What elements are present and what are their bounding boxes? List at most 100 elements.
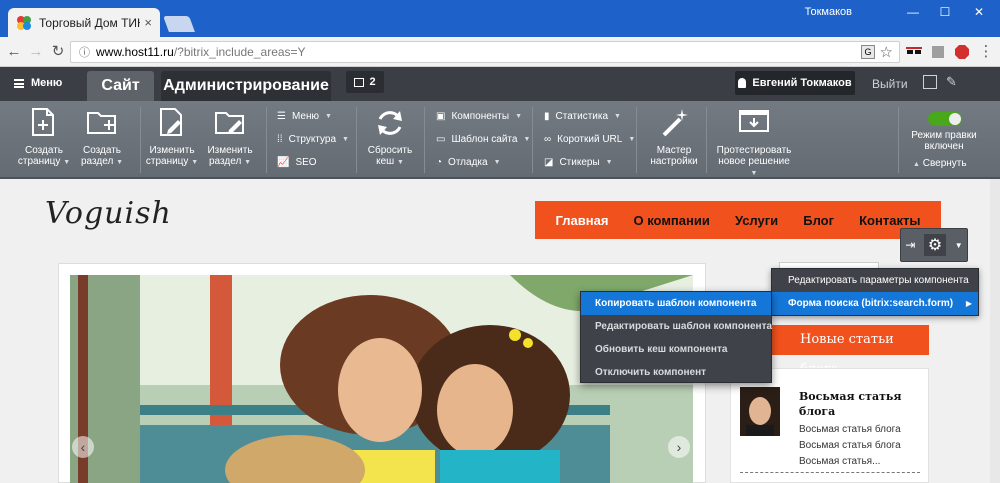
collapse-button[interactable]: ▲ Свернуть bbox=[913, 158, 967, 169]
nav-services[interactable]: Услуги bbox=[735, 213, 778, 228]
component-edit-controls: ⇥ ⚙ ▼ bbox=[900, 228, 968, 262]
browser-profile-name[interactable]: Токмаков bbox=[805, 6, 852, 18]
link-icon: ∞ bbox=[544, 134, 552, 145]
short-url-label: Короткий URL bbox=[557, 134, 623, 145]
list-icon: ☰ bbox=[277, 111, 286, 122]
user-icon bbox=[738, 78, 747, 88]
browser-menu-icon[interactable]: ⋮ bbox=[976, 42, 996, 62]
nav-contacts[interactable]: Контакты bbox=[859, 213, 920, 228]
clear-cache-label-2: кеш bbox=[376, 156, 395, 167]
toolbar-separator bbox=[636, 107, 637, 173]
maximize-icon[interactable]: ☐ bbox=[928, 2, 962, 22]
forward-arrow-icon[interactable]: → bbox=[26, 42, 46, 62]
slider-next-button[interactable]: › bbox=[668, 436, 690, 458]
seo-label: SEO bbox=[295, 157, 317, 168]
create-section-icon bbox=[87, 112, 116, 134]
menu-item-search-form[interactable]: Форма поиска (bitrix:search.form) ▶ bbox=[772, 292, 978, 315]
structure-button[interactable]: ⁞⁞ Структура ▼ bbox=[277, 134, 349, 145]
clear-cache-label-1: Сбросить bbox=[367, 145, 413, 156]
menu-item-search-form-label: Форма поиска (bitrix:search.form) bbox=[788, 298, 954, 309]
gear-icon[interactable]: ⚙ bbox=[923, 234, 947, 256]
notifications-button[interactable]: 2 bbox=[346, 71, 384, 93]
component-submenu: Копировать шаблон компонента Редактирова… bbox=[580, 291, 772, 383]
blog-post-title[interactable]: Восьмая статья блога bbox=[799, 389, 909, 419]
submenu-item-copy-template[interactable]: Копировать шаблон компонента bbox=[581, 292, 771, 315]
user-profile-button[interactable]: Евгений Токмаков bbox=[735, 71, 855, 95]
abp-extension-icon[interactable] bbox=[954, 44, 970, 60]
tab-title: Торговый Дом ТИНКО bbox=[39, 15, 140, 30]
address-bar[interactable]: ⓘ www.host11.ru/?bitrix_include_areas=Y … bbox=[70, 41, 900, 63]
hamburger-icon bbox=[14, 78, 24, 88]
submenu-item-refresh-cache[interactable]: Обновить кеш компонента bbox=[581, 338, 771, 361]
debug-button[interactable]: ◔ Отладка ▼ bbox=[436, 157, 501, 168]
toolbar-separator bbox=[356, 107, 357, 173]
short-url-button[interactable]: ∞ Короткий URL ▼ bbox=[544, 134, 635, 145]
wizard-label-2: настройки bbox=[650, 156, 698, 167]
stickers-button[interactable]: ◪ Стикеры ▼ bbox=[544, 157, 613, 168]
seo-button[interactable]: 📈 SEO bbox=[277, 157, 317, 168]
nav-blog[interactable]: Блог bbox=[803, 213, 834, 228]
edit-section-icon bbox=[215, 112, 244, 134]
back-arrow-icon[interactable]: ← bbox=[4, 42, 24, 62]
create-section-label-1: Создать bbox=[82, 145, 121, 156]
blog-post-avatar[interactable] bbox=[740, 387, 780, 436]
site-template-label: Шаблон сайта bbox=[451, 134, 518, 145]
slider-prev-button[interactable]: ‹ bbox=[72, 436, 94, 458]
reload-icon[interactable]: ↻ bbox=[48, 42, 68, 62]
components-label: Компоненты bbox=[451, 111, 510, 122]
close-window-icon[interactable]: ✕ bbox=[962, 2, 996, 22]
logout-link[interactable]: Выйти bbox=[872, 77, 908, 91]
create-section-button[interactable]: Создать раздел ▼ bbox=[74, 107, 130, 168]
nav-home[interactable]: Главная bbox=[556, 213, 609, 228]
admin-menu-button[interactable]: Меню bbox=[14, 77, 62, 89]
tab-administration[interactable]: Администрирование bbox=[161, 71, 331, 101]
setup-wizard-button[interactable]: Мастер настройки bbox=[646, 107, 702, 167]
browser-tab[interactable]: Торговый Дом ТИНКО × bbox=[8, 8, 160, 37]
move-icon[interactable]: ⇥ bbox=[905, 238, 915, 252]
browser-titlebar: Торговый Дом ТИНКО × Токмаков — ☐ ✕ bbox=[0, 0, 1000, 37]
components-button[interactable]: ▣ Компоненты ▼ bbox=[436, 111, 522, 122]
toolbar-separator bbox=[532, 107, 533, 173]
tab-site[interactable]: Сайт bbox=[87, 71, 154, 101]
bookmark-star-icon[interactable]: ☆ bbox=[880, 43, 893, 61]
create-page-label-2: страницу bbox=[17, 156, 61, 167]
nav-about[interactable]: О компании bbox=[633, 213, 709, 228]
monitor-download-icon bbox=[739, 110, 769, 132]
site-template-button[interactable]: ▭ Шаблон сайта ▼ bbox=[436, 134, 530, 145]
extension-icon[interactable] bbox=[930, 44, 946, 60]
edit-page-label-2: страницу bbox=[145, 156, 189, 167]
menu-item-edit-params[interactable]: Редактировать параметры компонента bbox=[772, 269, 978, 292]
notification-icon bbox=[354, 77, 365, 87]
structure-icon: ⁞⁞ bbox=[277, 134, 283, 145]
submenu-item-disable-component[interactable]: Отключить компонент bbox=[581, 361, 771, 384]
site-logo[interactable]: Voguish bbox=[45, 196, 172, 231]
edit-section-label-2: раздел bbox=[209, 156, 242, 167]
components-icon: ▣ bbox=[436, 111, 446, 122]
tab-close-icon[interactable]: × bbox=[144, 15, 152, 30]
menu-label: Меню bbox=[291, 111, 319, 122]
page-info-icon[interactable]: ⓘ bbox=[79, 44, 90, 60]
menu-button[interactable]: ☰ Меню ▼ bbox=[277, 111, 332, 122]
admin-menu-label: Меню bbox=[31, 77, 63, 89]
blog-post-excerpt-line: Восьмая статья блога bbox=[799, 424, 901, 435]
edit-page-button[interactable]: Изменить страницу ▼ bbox=[144, 107, 200, 168]
chevron-down-icon[interactable]: ▼ bbox=[955, 241, 963, 250]
page-scrollbar[interactable] bbox=[990, 179, 1000, 483]
create-page-button[interactable]: Создать страницу ▼ bbox=[16, 107, 72, 168]
edit-mode-toggle[interactable] bbox=[928, 112, 962, 126]
statistics-button[interactable]: ▮ Статистика ▼ bbox=[544, 111, 621, 122]
pin-icon[interactable]: ✎ bbox=[946, 75, 960, 89]
test-solution-button[interactable]: Протестировать новое решение ▼ bbox=[714, 107, 794, 179]
translate-icon[interactable]: G bbox=[861, 45, 875, 59]
submenu-item-edit-template[interactable]: Редактировать шаблон компонента bbox=[581, 315, 772, 338]
test-solution-label-2: новое решение bbox=[718, 156, 790, 167]
edit-page-label-1: Изменить bbox=[149, 145, 195, 156]
submenu-arrow-icon: ▶ bbox=[965, 299, 972, 308]
minimize-icon[interactable]: — bbox=[896, 2, 930, 22]
glasses-extension-icon[interactable] bbox=[906, 44, 922, 60]
clear-cache-button[interactable]: Сбросить кеш ▼ bbox=[362, 107, 418, 168]
edit-section-button[interactable]: Изменить раздел ▼ bbox=[202, 107, 258, 168]
new-tab-button[interactable] bbox=[163, 16, 195, 32]
window-icon[interactable] bbox=[923, 75, 937, 89]
blog-post-excerpt-line: Восьмая статья блога bbox=[799, 440, 901, 451]
